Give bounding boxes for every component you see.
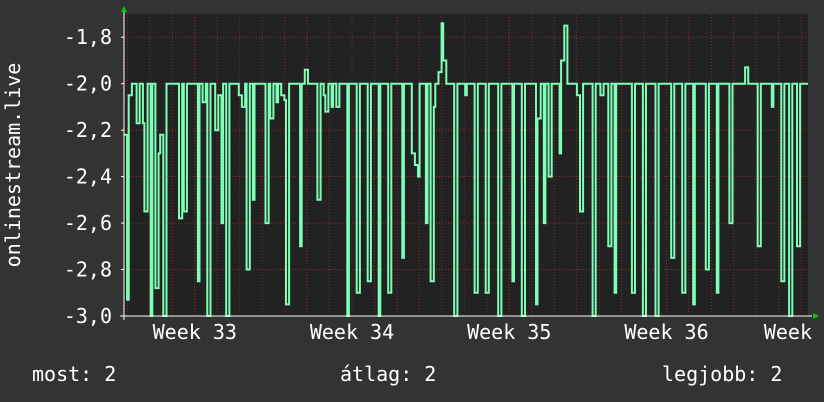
- x-axis-arrow: [813, 313, 819, 319]
- x-tick-label: Week 33: [153, 320, 237, 344]
- x-tick-label: Week 35: [467, 320, 551, 344]
- x-tick-label: Week: [764, 320, 812, 344]
- y-tick-label: -2,0: [64, 72, 112, 96]
- y-tick-label: -2,6: [64, 211, 112, 235]
- y-tick-label: -2,4: [64, 165, 112, 189]
- y-tick-label: -3,0: [64, 304, 112, 328]
- stats-footer: most: 2 átlag: 2 legjobb: 2: [0, 362, 824, 390]
- y-axis-arrow: [121, 6, 127, 12]
- x-tick-label: Week 36: [624, 320, 708, 344]
- y-axis-label: onlinestream.live: [1, 63, 25, 268]
- y-tick-label: -2,8: [64, 258, 112, 282]
- chart-canvas: -3,0 -2,8 -2,6 -2,4 -2,2 -2,0 -1,8 Week 33 Week …: [1, 6, 819, 344]
- stat-average: átlag: 2: [340, 362, 437, 386]
- y-tick-label: -1,8: [64, 25, 112, 49]
- x-tick-label: Week 34: [310, 320, 394, 344]
- stat-current: most: 2: [32, 362, 117, 386]
- stat-best: legjobb: 2: [662, 362, 783, 386]
- y-tick-label: -2,2: [64, 118, 112, 142]
